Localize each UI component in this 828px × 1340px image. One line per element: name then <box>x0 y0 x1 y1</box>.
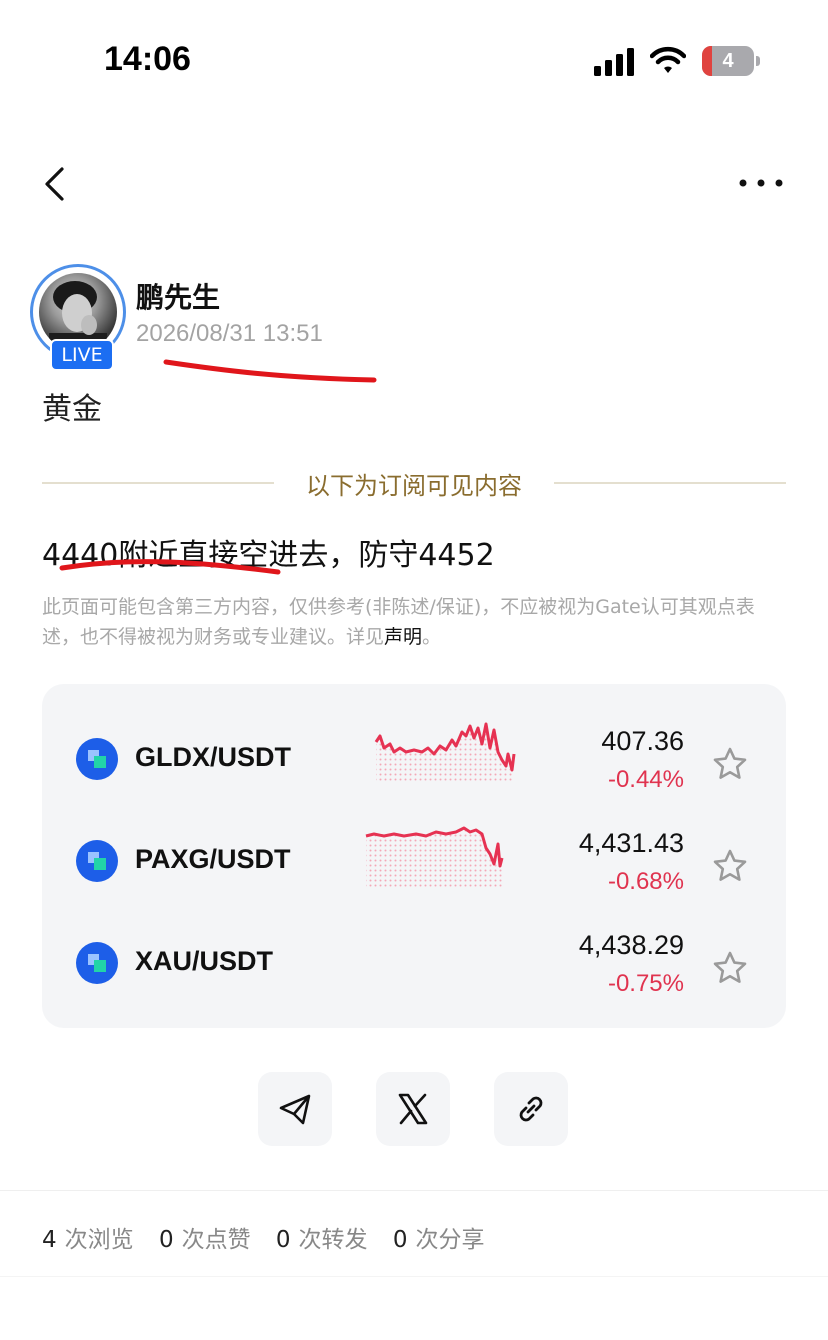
red-annotation-stroke <box>163 359 377 383</box>
subscription-label: 以下为订阅可见内容 <box>306 472 522 500</box>
views-count: 4 <box>42 1227 57 1253</box>
live-badge: LIVE <box>50 339 114 371</box>
divider-right <box>554 482 786 484</box>
market-change: -0.75% <box>607 970 684 997</box>
red-annotation-stroke-2 <box>59 559 281 575</box>
market-price: 4,438.29 <box>578 930 684 960</box>
back-arrow-icon[interactable] <box>40 166 70 202</box>
more-options-icon[interactable] <box>738 176 784 190</box>
disclaimer: 此页面可能包含第三方内容，仅供参考(非陈述/保证)，不应被视为Gate认可其观点… <box>42 592 788 652</box>
star-icon[interactable] <box>712 746 748 782</box>
battery-icon: 4 <box>702 46 754 76</box>
gate-coin-icon <box>76 840 118 882</box>
views-label: 次浏览 <box>64 1227 134 1253</box>
market-price: 4,431.43 <box>578 828 684 858</box>
market-change: -0.44% <box>607 766 684 793</box>
post-date: 2026/08/31 13:51 <box>136 320 323 347</box>
market-row-paxg[interactable]: PAXG/USDT 4,431.43 -0.68% <box>42 812 786 912</box>
telegram-icon <box>279 1094 311 1125</box>
market-card: GLDX/USDT 407.36 -0.44% PAXG/USDT 4,431.… <box>42 684 786 1028</box>
reposts-label: 次转发 <box>298 1227 368 1253</box>
divider-left <box>42 482 274 484</box>
sparkline-gldx <box>374 722 516 782</box>
battery-level: 4 <box>722 50 734 72</box>
post-topic: 黄金 <box>42 392 102 427</box>
market-pair: GLDX/USDT <box>135 742 292 772</box>
disclaimer-end: 。 <box>422 626 442 648</box>
market-pair: PAXG/USDT <box>135 844 291 874</box>
likes-label: 次点赞 <box>181 1227 251 1253</box>
market-row-gldx[interactable]: GLDX/USDT 407.36 -0.44% <box>42 710 786 810</box>
share-telegram-button[interactable] <box>258 1072 332 1146</box>
disclaimer-link[interactable]: 声明 <box>384 626 422 648</box>
market-change: -0.68% <box>607 868 684 895</box>
status-time: 14:06 <box>104 40 191 78</box>
star-icon[interactable] <box>712 950 748 986</box>
battery-tip <box>756 56 760 66</box>
divider-line-bottom <box>0 1276 828 1277</box>
gate-coin-icon <box>76 738 118 780</box>
post-stats: 4 次浏览 0 次点赞 0 次转发 0 次分享 <box>42 1220 503 1254</box>
cellular-signal-icon <box>594 48 634 76</box>
reposts-count: 0 <box>275 1227 291 1253</box>
author-name[interactable]: 鹏先生 <box>136 276 220 316</box>
link-icon <box>519 1096 543 1122</box>
shares-label: 次分享 <box>415 1227 485 1253</box>
share-x-button[interactable] <box>376 1072 450 1146</box>
shares-count: 0 <box>392 1227 408 1253</box>
sparkline-paxg <box>365 826 504 888</box>
copy-link-button[interactable] <box>494 1072 568 1146</box>
market-pair: XAU/USDT <box>135 946 274 976</box>
gate-coin-icon <box>76 942 118 984</box>
market-row-xau[interactable]: XAU/USDT 4,438.29 -0.75% <box>42 914 786 1014</box>
market-price: 407.36 <box>601 726 684 756</box>
x-icon <box>398 1093 428 1125</box>
divider-line <box>0 1190 828 1191</box>
likes-count: 0 <box>158 1227 174 1253</box>
star-icon[interactable] <box>712 848 748 884</box>
wifi-icon <box>650 46 686 73</box>
